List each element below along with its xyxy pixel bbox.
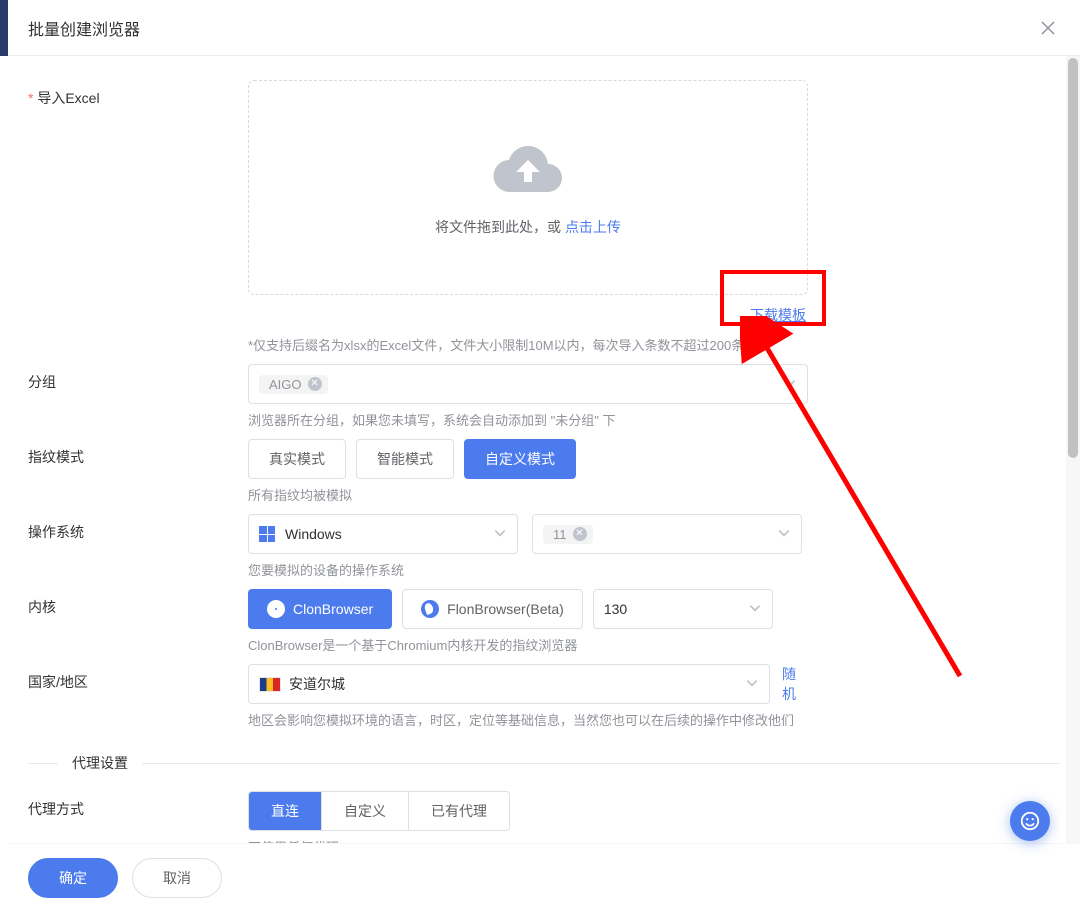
- scrollbar-thumb[interactable]: [1068, 58, 1078, 458]
- country-random-link[interactable]: 随机: [782, 664, 808, 704]
- windows-icon: [259, 526, 275, 542]
- chevron-down-icon: [777, 526, 791, 543]
- kernel-hint: ClonBrowser是一个基于Chromium内核开发的指纹浏览器: [248, 635, 808, 654]
- ok-button[interactable]: 确定: [28, 858, 118, 898]
- group-label: 分组: [28, 364, 248, 392]
- chevron-down-icon: [748, 601, 762, 618]
- tag-remove-icon[interactable]: ✕: [573, 527, 587, 541]
- proxy-mode-group: 直连 自定义 已有代理: [248, 791, 510, 831]
- close-icon[interactable]: [1040, 20, 1056, 36]
- proxy-direct-button[interactable]: 直连: [249, 792, 322, 830]
- kernel-clon-button[interactable]: ClonBrowser: [248, 589, 392, 629]
- firefox-icon: [421, 600, 439, 618]
- download-template-link[interactable]: 下载模板: [748, 301, 808, 329]
- cancel-button[interactable]: 取消: [132, 858, 222, 898]
- fingerprint-real-button[interactable]: 真实模式: [248, 439, 346, 479]
- os-label: 操作系统: [28, 514, 248, 542]
- proxy-custom-button[interactable]: 自定义: [322, 792, 409, 830]
- proxy-mode-label: 代理方式: [28, 791, 248, 819]
- fingerprint-hint: 所有指纹均被模拟: [248, 485, 808, 504]
- proxy-existing-button[interactable]: 已有代理: [409, 792, 509, 830]
- os-hint: 您要模拟的设备的操作系统: [248, 560, 808, 579]
- scrollbar[interactable]: [1066, 56, 1080, 843]
- help-fab[interactable]: [1010, 801, 1050, 841]
- upload-text: 将文件拖到此处，或 点击上传: [435, 217, 621, 237]
- modal-title: 批量创建浏览器: [28, 16, 140, 40]
- flag-icon: [259, 677, 281, 692]
- kernel-label: 内核: [28, 589, 248, 617]
- group-select[interactable]: AIGO ✕: [248, 364, 808, 404]
- group-hint: 浏览器所在分组，如果您未填写，系统会自动添加到 "未分组" 下: [248, 410, 808, 429]
- upload-dropzone[interactable]: 将文件拖到此处，或 点击上传: [248, 80, 808, 295]
- chevron-down-icon: [745, 676, 759, 693]
- cloud-upload-icon: [492, 138, 564, 201]
- country-label: 国家/地区: [28, 664, 248, 692]
- fingerprint-smart-button[interactable]: 智能模式: [356, 439, 454, 479]
- proxy-section-divider: 代理设置: [28, 753, 1060, 773]
- upload-click-link[interactable]: 点击上传: [565, 219, 621, 235]
- import-excel-label: 导入Excel: [28, 80, 248, 108]
- fingerprint-custom-button[interactable]: 自定义模式: [464, 439, 576, 479]
- chevron-down-icon: [783, 376, 797, 393]
- chrome-icon: [267, 600, 285, 618]
- country-hint: 地区会影响您模拟环境的语言，时区，定位等基础信息，当然您也可以在后续的操作中修改…: [248, 710, 808, 729]
- country-select[interactable]: 安道尔城: [248, 664, 770, 704]
- kernel-version-select[interactable]: 130: [593, 589, 773, 629]
- os-name-select[interactable]: Windows: [248, 514, 518, 554]
- fingerprint-label: 指纹模式: [28, 439, 248, 467]
- import-hint: *仅支持后缀名为xlsx的Excel文件，文件大小限制10M以内，每次导入条数不…: [248, 335, 808, 354]
- kernel-flon-button[interactable]: FlonBrowser(Beta): [402, 589, 583, 629]
- tag-remove-icon[interactable]: ✕: [308, 377, 322, 391]
- os-version-tag[interactable]: 11 ✕: [543, 525, 593, 544]
- os-version-select[interactable]: 11 ✕: [532, 514, 802, 554]
- proxy-hint: 不使用任何代理: [248, 837, 808, 843]
- group-tag[interactable]: AIGO ✕: [259, 375, 328, 394]
- chevron-down-icon: [493, 526, 507, 543]
